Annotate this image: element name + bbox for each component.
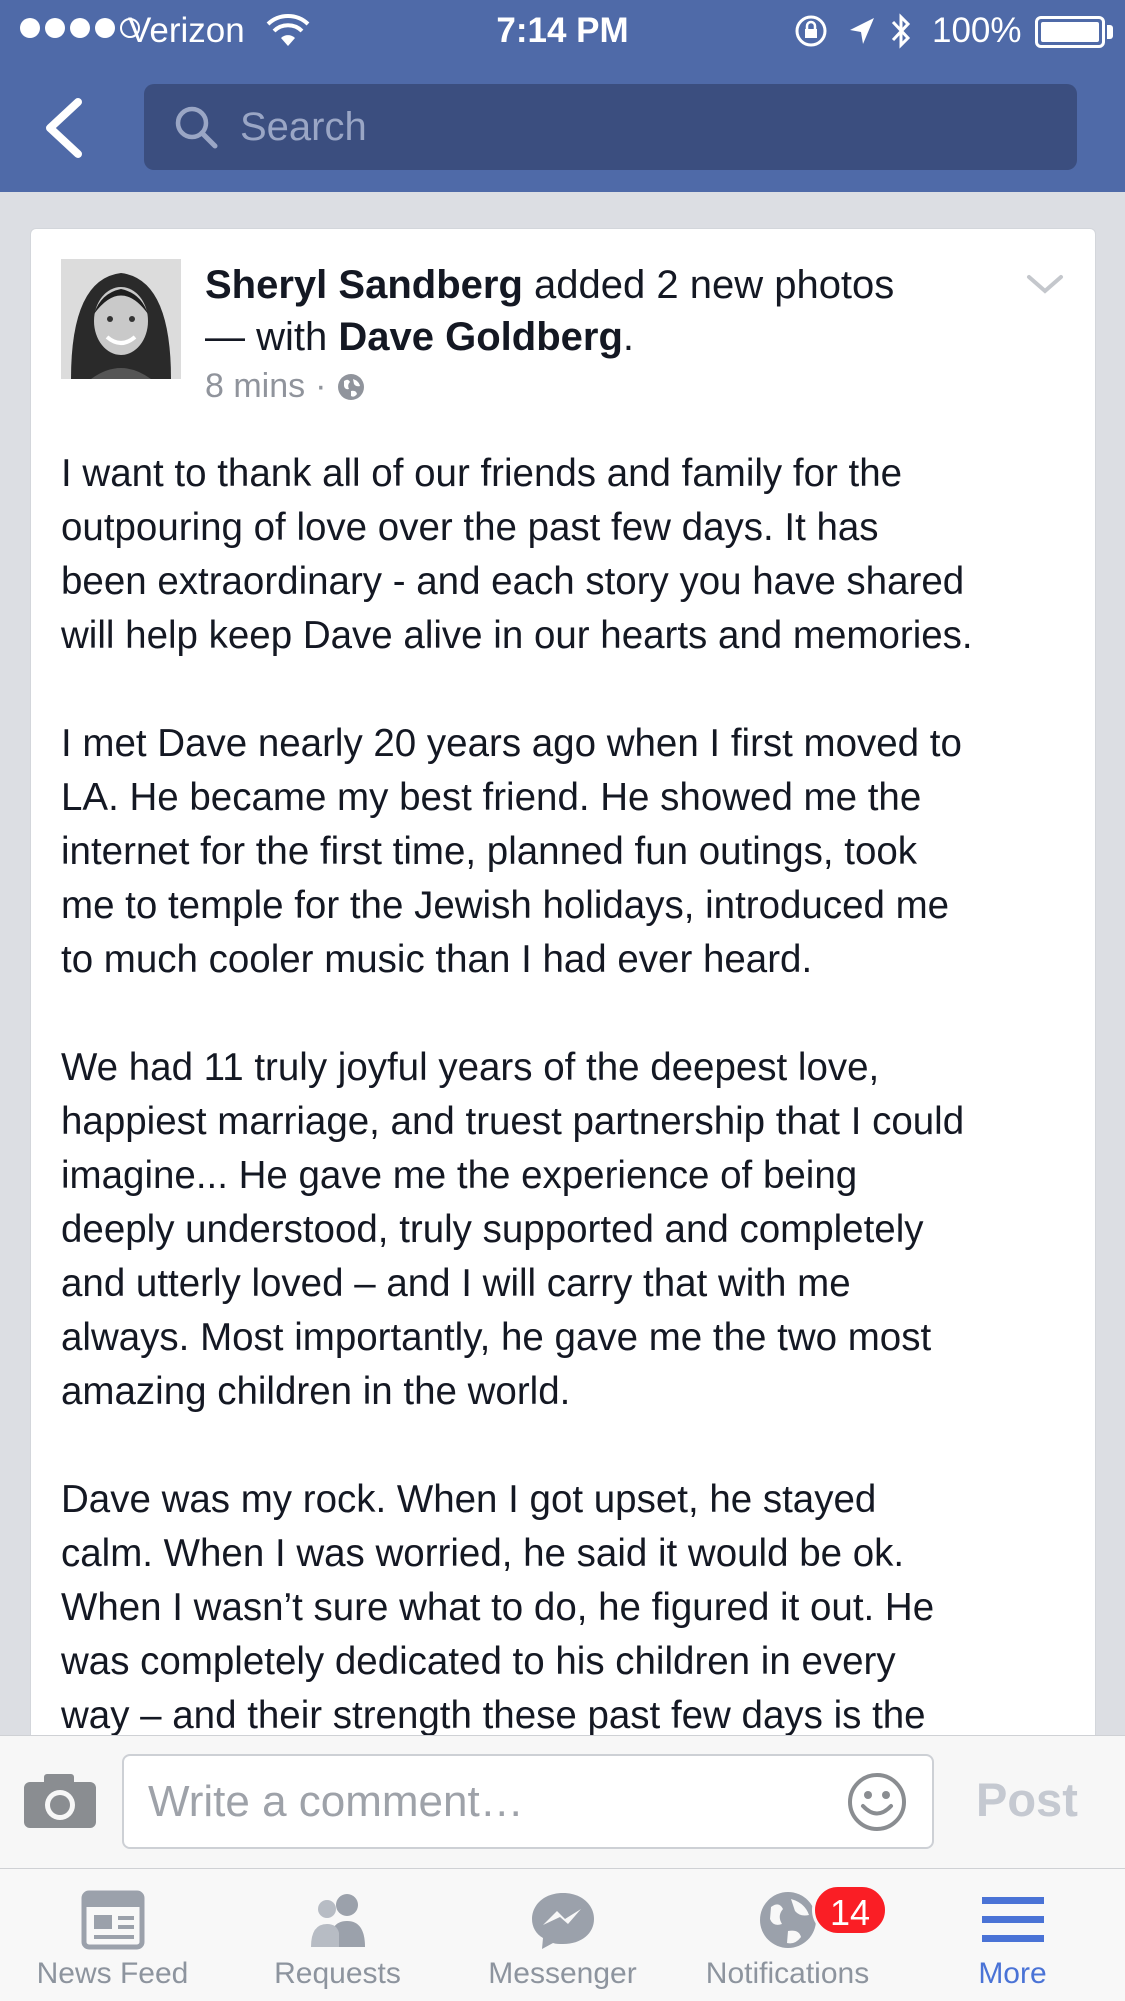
paragraph-line: outpouring of love over the past few day…	[61, 506, 879, 549]
with-prefix: — with	[205, 315, 328, 359]
tab-requests[interactable]: Requests	[225, 1869, 450, 2001]
battery-tip	[1107, 25, 1113, 39]
paragraph-line: amazing children in the world.	[61, 1370, 571, 1413]
paragraph-line: Dave was my rock. When I got upset, he s…	[61, 1478, 877, 1521]
search-icon	[175, 106, 218, 149]
paragraph-line: was completely dedicated to his children…	[61, 1640, 896, 1683]
messenger-icon	[531, 1893, 594, 1949]
battery-icon	[1035, 16, 1105, 48]
tab-label: News Feed	[36, 1957, 189, 1990]
globe-notifications-icon	[759, 1892, 816, 1948]
paragraph-line: imagine... He gave me the experience of …	[61, 1154, 858, 1197]
location-arrow-icon	[850, 18, 874, 44]
tab-label: Notifications	[705, 1957, 870, 1990]
paragraph-line: I want to thank all of our friends and f…	[61, 452, 903, 495]
paragraph-line: me to temple for the Jewish holidays, in…	[61, 884, 950, 927]
paragraph-line: to much cooler music than I had ever hea…	[61, 938, 813, 981]
tagged-person[interactable]: Dave Goldberg	[338, 315, 623, 359]
back-button[interactable]	[38, 92, 90, 164]
bluetooth-icon	[891, 13, 911, 49]
tab-label: Requests	[274, 1957, 401, 1990]
emoji-smiley-icon[interactable]	[846, 1771, 908, 1833]
paragraph-line: I met Dave nearly 20 years ago when I fi…	[61, 722, 962, 765]
post-header: Sheryl Sandberg added 2 new photos — wit…	[205, 259, 985, 363]
paragraph-line: When I wasn’t sure what to do, he figure…	[61, 1586, 935, 1629]
paragraph-line: will help keep Dave alive in our hearts …	[61, 614, 973, 657]
top-navigation-bar: Verizon 7:14 PM 100% Search	[0, 0, 1125, 192]
paragraph-line: always. Most importantly, he gave me the…	[61, 1316, 932, 1359]
paragraph-line: LA. He became my best friend. He showed …	[61, 776, 922, 819]
meta-separator: ·	[315, 367, 327, 405]
tab-more[interactable]: More	[900, 1869, 1125, 2001]
paragraph-line: and utterly loved – and I will carry tha…	[61, 1262, 851, 1305]
post-body: I want to thank all of our friends and f…	[61, 447, 1077, 1797]
news-feed-icon	[81, 1890, 144, 1950]
post-card: Sheryl Sandberg added 2 new photos — wit…	[30, 228, 1096, 1828]
paragraph-line: internet for the first time, planned fun…	[61, 830, 918, 873]
post-action: added 2 new photos	[534, 263, 895, 307]
post-comment-button[interactable]: Post	[976, 1772, 1078, 1827]
comment-placeholder: Write a comment…	[148, 1777, 524, 1826]
battery-percentage: 100%	[932, 11, 1022, 50]
bottom-tab-bar: News Feed Requests Messenger Notificatio…	[0, 1868, 1125, 2001]
public-globe-icon	[338, 373, 365, 400]
tab-label: More	[978, 1957, 1047, 1990]
tab-label: Messenger	[488, 1957, 637, 1990]
post-options-chevron-icon[interactable]	[1023, 269, 1067, 299]
tagged-suffix: .	[622, 315, 635, 359]
friend-requests-icon	[310, 1894, 365, 1947]
rotation-lock-icon	[795, 15, 827, 47]
paragraph-line: deeply understood, truly supported and c…	[61, 1208, 924, 1251]
tab-news-feed[interactable]: News Feed	[0, 1869, 225, 2001]
author-avatar[interactable]	[61, 259, 181, 379]
comment-composer: Write a comment…	[0, 1735, 1125, 1868]
author-name[interactable]: Sheryl Sandberg	[205, 263, 523, 307]
paragraph-line: been extraordinary - and each story you …	[61, 560, 965, 603]
status-bar: Verizon 7:14 PM 100%	[0, 0, 1125, 62]
profile-photo-icon	[61, 259, 181, 379]
notification-count-badge: 14	[812, 1884, 888, 1936]
paragraph-line: calm. When I was worried, he said it wou…	[61, 1532, 905, 1575]
comment-input[interactable]: Write a comment…	[122, 1754, 934, 1849]
paragraph: Dave was my rock. When I got upset, he s…	[61, 1473, 1077, 1743]
post-meta: 8 mins ·	[205, 367, 366, 406]
paragraph: I met Dave nearly 20 years ago when I fi…	[61, 717, 1077, 987]
paragraph-line: We had 11 truly joyful years of the deep…	[61, 1046, 880, 1089]
post-time[interactable]: 8 mins	[205, 367, 305, 406]
paragraph: I want to thank all of our friends and f…	[61, 447, 1077, 663]
paragraph: We had 11 truly joyful years of the deep…	[61, 1041, 1077, 1419]
search-input[interactable]: Search	[144, 84, 1077, 170]
camera-icon[interactable]	[22, 1770, 98, 1830]
paragraph-line: happiest marriage, and truest partnershi…	[61, 1100, 965, 1143]
hamburger-menu-icon	[981, 1897, 1044, 1942]
search-placeholder: Search	[240, 104, 367, 149]
tab-messenger[interactable]: Messenger	[450, 1869, 675, 2001]
